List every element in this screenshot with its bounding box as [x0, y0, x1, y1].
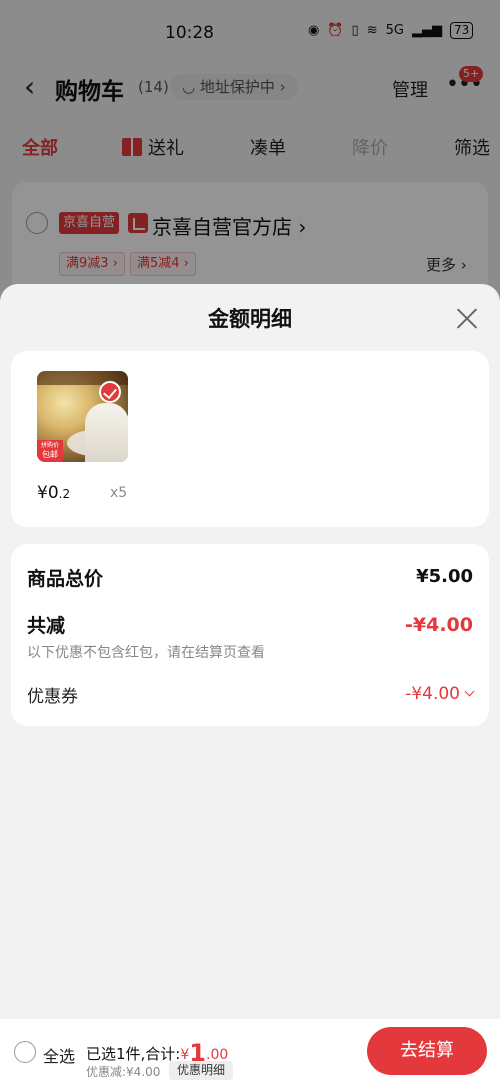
select-all-radio[interactable] — [14, 1041, 36, 1063]
price-main: ¥0 — [37, 483, 59, 503]
badge-label: 包邮 — [42, 450, 58, 459]
total-price-label: 商品总价 — [27, 568, 104, 590]
discount-text: 优惠减:¥4.00 — [86, 1065, 161, 1079]
product-price: ¥0.2 — [37, 483, 70, 503]
coupon-amount: -¥4.00 — [405, 684, 460, 704]
close-icon[interactable] — [455, 306, 479, 330]
price-decimal: .2 — [58, 487, 71, 501]
sheet-title: 金额明细 — [208, 307, 292, 331]
discount-detail-button[interactable]: 优惠明细 — [169, 1061, 234, 1080]
checkout-button[interactable]: 去结算 — [367, 1027, 487, 1075]
total-price-value: ¥5.00 — [416, 566, 473, 587]
product-thumbnail[interactable]: 拼购价 包邮 — [37, 371, 128, 462]
badge-top-label: 拼购价 — [40, 442, 59, 449]
product-card: 拼购价 包邮 ¥0.2 x5 — [11, 351, 489, 527]
free-shipping-badge: 拼购价 包邮 — [37, 440, 63, 462]
product-quantity: x5 — [110, 485, 128, 501]
summary-card: 商品总价 ¥5.00 共减 -¥4.00 以下优惠不包含红包，请在结算页查看 优… — [11, 544, 489, 726]
total-reduce-value: -¥4.00 — [405, 614, 473, 636]
coupon-label: 优惠券 — [27, 687, 78, 707]
checkmark-icon — [99, 381, 121, 403]
selected-count-text: 已选1件,合计: — [86, 1045, 181, 1063]
coupon-value[interactable]: -¥4.00 — [405, 684, 475, 704]
reduce-note: 以下优惠不包含红包，请在结算页查看 — [27, 645, 265, 661]
amount-detail-sheet: 金额明细 拼购价 包邮 ¥0.2 x5 商品总价 ¥5.00 共减 -¥4.00 … — [0, 284, 500, 1085]
chevron-down-icon — [464, 686, 475, 697]
total-reduce-label: 共减 — [27, 615, 66, 637]
product-image-noodles — [85, 403, 128, 462]
checkout-bar: 全选 已选1件,合计:¥1.00 优惠减:¥4.00 优惠明细 去结算 — [0, 1019, 500, 1085]
select-all-label[interactable]: 全选 — [43, 1043, 75, 1067]
